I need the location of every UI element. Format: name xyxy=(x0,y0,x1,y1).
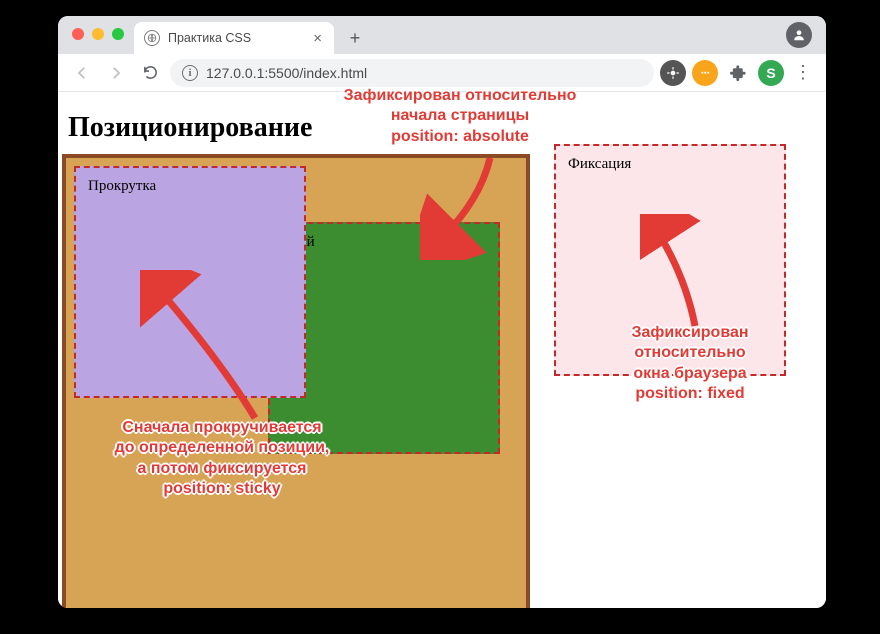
fixed-box-label: Фиксация xyxy=(568,156,631,172)
address-bar[interactable]: i 127.0.0.1:5500/index.html xyxy=(170,59,654,87)
browser-tab[interactable]: Практика CSS × xyxy=(134,22,334,54)
site-info-icon[interactable]: i xyxy=(182,65,198,81)
page-viewport: Позиционирование тный Прокрутка Фиксация xyxy=(58,92,826,608)
page-heading: Позиционирование xyxy=(68,112,826,144)
page-content: Позиционирование тный Прокрутка Фиксация xyxy=(58,92,826,158)
url-text: 127.0.0.1:5500/index.html xyxy=(206,65,367,81)
globe-icon xyxy=(144,30,160,46)
sticky-box: Прокрутка xyxy=(74,166,306,398)
extension-icon-1[interactable] xyxy=(660,60,686,86)
browser-menu-button[interactable]: ⋮ xyxy=(790,62,816,83)
extension-icon-2[interactable] xyxy=(692,60,718,86)
minimize-window-button[interactable] xyxy=(92,28,104,40)
browser-toolbar: i 127.0.0.1:5500/index.html S ⋮ xyxy=(58,54,826,92)
window-controls xyxy=(72,28,124,40)
fixed-box: Фиксация xyxy=(554,144,786,376)
reload-button[interactable] xyxy=(136,59,164,87)
browser-window: Практика CSS × + i 127.0.0.1:5500/index.… xyxy=(58,16,826,608)
profile-avatar-icon[interactable] xyxy=(786,22,812,48)
profile-letter: S xyxy=(766,65,775,81)
tab-strip: Практика CSS × + xyxy=(58,16,826,54)
back-button[interactable] xyxy=(68,59,96,87)
tab-title: Практика CSS xyxy=(168,31,251,45)
fullscreen-window-button[interactable] xyxy=(112,28,124,40)
profile-button[interactable]: S xyxy=(758,60,784,86)
close-tab-button[interactable]: × xyxy=(313,31,322,46)
forward-button[interactable] xyxy=(102,59,130,87)
close-window-button[interactable] xyxy=(72,28,84,40)
sticky-box-label: Прокрутка xyxy=(88,178,156,194)
new-tab-button[interactable]: + xyxy=(342,25,368,51)
extensions-button[interactable] xyxy=(724,59,752,87)
